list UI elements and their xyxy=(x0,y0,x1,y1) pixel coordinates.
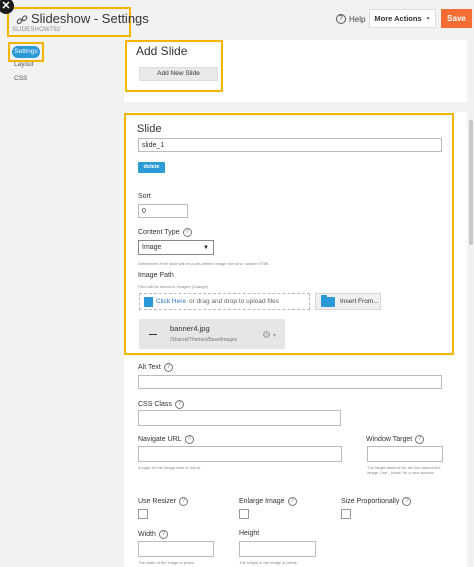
width-input[interactable] xyxy=(138,541,214,557)
help-icon[interactable]: ? xyxy=(287,497,297,506)
help-icon[interactable]: ? xyxy=(158,530,168,539)
height-input[interactable] xyxy=(239,541,316,557)
click-here-link[interactable]: Click Here xyxy=(156,298,186,305)
help-label: Help xyxy=(349,14,366,24)
upload-dropzone[interactable]: Click Here or drag and drop to upload fi… xyxy=(139,293,310,310)
file-path: /Shared/Themes/Base/images xyxy=(170,337,238,343)
gear-icon[interactable]: ⚙ ▼ xyxy=(262,330,277,341)
enlarge-image-checkbox[interactable] xyxy=(239,509,249,519)
scrollbar-thumb[interactable] xyxy=(469,120,473,245)
help-icon[interactable]: ? xyxy=(402,497,412,506)
content-type-value: Image xyxy=(142,244,162,251)
css-class-label: CSS Class ? xyxy=(138,400,184,409)
caret-down-icon: ▼ xyxy=(425,15,431,22)
page-subtitle: SLIDESHOW792 xyxy=(12,27,61,33)
alt-text-label: Alt Text ? xyxy=(138,363,173,372)
save-button[interactable]: Save xyxy=(441,9,472,28)
alt-text-label-text: Alt Text xyxy=(138,364,161,371)
folder-icon xyxy=(321,294,335,307)
sort-input[interactable]: 0 xyxy=(138,204,188,218)
page-title-block: Slideshow - Settings SLIDESHOW792 xyxy=(7,7,149,37)
insert-from-label: Insert From... xyxy=(340,298,379,305)
width-label-text: Width xyxy=(138,531,156,538)
help-icon[interactable]: ? xyxy=(415,435,425,444)
use-resizer-label-text: Use Resizer xyxy=(138,498,177,505)
window-target-input[interactable] xyxy=(367,446,443,462)
add-new-slide-button[interactable]: Add New Slide xyxy=(139,67,218,81)
use-resizer-checkbox[interactable] xyxy=(138,509,148,519)
insert-from-button[interactable]: Insert From... xyxy=(315,293,381,310)
sort-label: Sort xyxy=(138,193,151,200)
size-proportionally-label: Size Proportionally ? xyxy=(341,497,412,506)
alt-text-input[interactable] xyxy=(138,375,442,389)
help-link[interactable]: ? Help xyxy=(336,14,365,24)
image-path-label: Image Path xyxy=(138,272,174,279)
navigate-url-hint: A page for the image slide to link to. xyxy=(138,465,202,470)
use-resizer-label: Use Resizer ? xyxy=(138,497,189,506)
width-hint: The width of the image in pixels xyxy=(138,560,195,565)
help-icon: ? xyxy=(336,14,346,24)
slide-name-input[interactable]: slide_1 xyxy=(138,138,442,152)
content-type-label-text: Content Type xyxy=(138,229,180,236)
help-icon[interactable]: ? xyxy=(184,435,194,444)
enlarge-image-label: Enlarge Image ? xyxy=(239,497,297,506)
add-slide-title: Add Slide xyxy=(136,44,188,58)
more-actions-button[interactable]: More Actions ▼ xyxy=(369,9,436,28)
sidebar-item-layout[interactable]: Layout xyxy=(14,61,34,68)
sidebar-item-settings[interactable]: Settings xyxy=(12,46,40,58)
delete-button[interactable]: delete xyxy=(138,162,165,173)
width-label: Width ? xyxy=(138,530,168,539)
caret-down-icon: ▼ xyxy=(203,244,209,251)
more-actions-label: More Actions xyxy=(374,14,422,23)
height-label: Height xyxy=(239,530,260,537)
css-class-label-text: CSS Class xyxy=(138,401,172,408)
window-target-hint: The target attribute for the link around… xyxy=(367,465,441,475)
window-target-label-text: Window Target xyxy=(366,436,413,443)
size-proportionally-checkbox[interactable] xyxy=(341,509,351,519)
upload-icon xyxy=(144,296,153,307)
css-class-input[interactable] xyxy=(138,410,341,426)
window-target-label: Window Target ? xyxy=(366,435,425,444)
help-icon[interactable]: ? xyxy=(174,400,184,409)
page-title: Slideshow - Settings xyxy=(31,11,149,26)
navigate-url-input[interactable] xyxy=(138,446,342,462)
navigate-url-label: Navigate URL ? xyxy=(138,435,194,444)
file-thumbnail-icon xyxy=(149,334,157,335)
content-type-select[interactable]: Image ▼ xyxy=(138,240,214,255)
height-hint: The height of the image in pixels xyxy=(239,560,297,565)
link-icon xyxy=(16,15,28,25)
upload-text: or drag and drop to upload files xyxy=(188,298,279,305)
image-path-hint: Files will be stored to /images [Change] xyxy=(138,284,208,289)
sidebar-item-settings-highlight: Settings xyxy=(8,42,44,62)
caret-down-icon: ▼ xyxy=(271,332,277,339)
enlarge-image-label-text: Enlarge Image xyxy=(239,498,285,505)
navigate-url-label-text: Navigate URL xyxy=(138,436,182,443)
slide-title: Slide xyxy=(137,123,162,135)
content-type-hint: Determines if the slide will be a pre-de… xyxy=(138,261,270,266)
sidebar-item-css[interactable]: CSS xyxy=(14,75,27,82)
file-name: banner4.jpg xyxy=(170,324,210,333)
help-icon[interactable]: ? xyxy=(182,228,192,237)
help-icon[interactable]: ? xyxy=(163,363,173,372)
size-proportionally-label-text: Size Proportionally xyxy=(341,498,400,505)
sidebar: Settings Layout CSS xyxy=(0,40,120,567)
help-icon[interactable]: ? xyxy=(179,497,189,506)
content-type-label: Content Type ? xyxy=(138,228,192,237)
